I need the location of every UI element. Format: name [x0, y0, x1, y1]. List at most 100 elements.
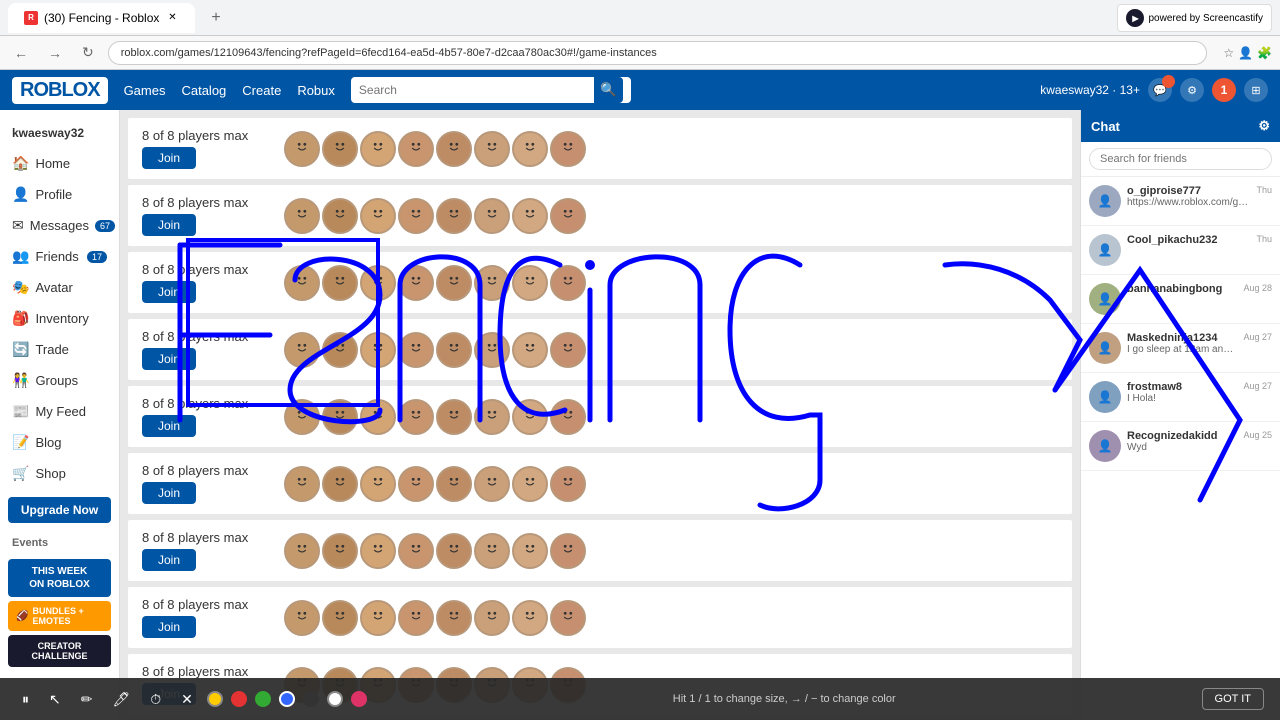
sidebar-label-messages: Messages: [30, 218, 89, 233]
instance-info: 8 of 8 players maxJoin: [142, 195, 272, 236]
color-blue[interactable]: [279, 691, 295, 707]
bundles-button[interactable]: 🏈 BUNDLES + EMOTES: [8, 601, 111, 631]
avatar: [512, 466, 548, 502]
profile-icon[interactable]: 👤: [1238, 46, 1253, 60]
chat-item[interactable]: 👤 bannanabingbong Aug 28: [1081, 275, 1280, 324]
bookmark-icon[interactable]: ☆: [1223, 46, 1234, 60]
avatar: [436, 533, 472, 569]
this-week-button[interactable]: THIS WEEK ON ROBLOX: [8, 559, 111, 597]
tab-close-button[interactable]: ✕: [165, 11, 179, 25]
shop-icon: 🛒: [12, 465, 29, 482]
chat-item[interactable]: 👤 Recognizedakidd Wyd Aug 25: [1081, 422, 1280, 471]
inventory-icon: 🎒: [12, 310, 29, 327]
screencast-toolbar: ⏸ ↖ ✏ 🖊 ⏱ ✕ Hit 1 / 1 to change size, → …: [0, 678, 1280, 720]
sidebar-item-blog[interactable]: 📝 Blog: [0, 427, 119, 458]
chat-item[interactable]: 👤 Maskedninja1234 I go sleep at 12am and…: [1081, 324, 1280, 373]
chat-info: bannanabingbong: [1127, 283, 1237, 315]
players-text: 8 of 8 players max: [142, 664, 272, 679]
nav-robux[interactable]: Robux: [297, 83, 335, 98]
avatar: [398, 265, 434, 301]
chat-time: Thu: [1256, 185, 1272, 217]
friends-icon: 👥: [12, 248, 29, 265]
sidebar-item-groups[interactable]: 👫 Groups: [0, 365, 119, 396]
grid-icon[interactable]: ⊞: [1244, 78, 1268, 102]
join-button[interactable]: Join: [142, 549, 196, 571]
sidebar-item-friends[interactable]: 👥 Friends 17: [0, 241, 119, 272]
back-button[interactable]: ←: [8, 43, 34, 63]
avatar: [284, 533, 320, 569]
chat-item[interactable]: 👤 Cool_pikachu232 Thu: [1081, 226, 1280, 275]
color-pink[interactable]: [351, 691, 367, 707]
sc-logo-icon: ▶: [1126, 9, 1144, 27]
join-button[interactable]: Join: [142, 482, 196, 504]
close-tool-button[interactable]: ✕: [175, 687, 199, 712]
nav-create[interactable]: Create: [242, 83, 281, 98]
color-yellow[interactable]: [207, 691, 223, 707]
url-bar[interactable]: roblox.com/games/12109643/fencing?refPag…: [108, 41, 1208, 65]
notification-icon[interactable]: 1: [1212, 78, 1236, 102]
marker-button[interactable]: 🖊: [106, 687, 136, 712]
roblox-logo[interactable]: ROBLOX: [12, 77, 108, 104]
notification-badge: 1: [1221, 83, 1228, 97]
pen-button[interactable]: ✏: [75, 687, 99, 712]
chat-item[interactable]: 👤 frostmaw8 I Hola! Aug 27: [1081, 373, 1280, 422]
pause-button[interactable]: ⏸: [16, 687, 35, 712]
search-input[interactable]: [359, 83, 594, 97]
chat-icon[interactable]: 💬: [1148, 78, 1172, 102]
refresh-button[interactable]: ↻: [76, 42, 100, 63]
color-green[interactable]: [255, 691, 271, 707]
new-tab-button[interactable]: +: [203, 5, 228, 31]
join-button[interactable]: Join: [142, 415, 196, 437]
join-button[interactable]: Join: [142, 348, 196, 370]
color-red[interactable]: [231, 691, 247, 707]
chat-time: Aug 27: [1243, 332, 1272, 364]
join-button[interactable]: Join: [142, 616, 196, 638]
avatar: [512, 198, 548, 234]
sidebar-item-messages[interactable]: ✉ Messages 67: [0, 210, 119, 241]
creator-challenge-button[interactable]: CREATOR CHALLENGE: [8, 635, 111, 667]
sidebar-label-trade: Trade: [35, 342, 68, 357]
chat-item[interactable]: 👤 o_giproise777 https://www.roblox.com/g…: [1081, 177, 1280, 226]
got-it-button[interactable]: GOT IT: [1202, 688, 1264, 710]
sidebar-item-inventory[interactable]: 🎒 Inventory: [0, 303, 119, 334]
sidebar-label-profile: Profile: [35, 187, 72, 202]
avatar: [550, 332, 586, 368]
sidebar-item-avatar[interactable]: 🎭 Avatar: [0, 272, 119, 303]
chat-search-input[interactable]: [1089, 148, 1272, 170]
extension-icon[interactable]: 🧩: [1257, 46, 1272, 60]
sidebar-item-profile[interactable]: 👤 Profile: [0, 179, 119, 210]
avatar: [398, 198, 434, 234]
avatar: [360, 600, 396, 636]
join-button[interactable]: Join: [142, 214, 196, 236]
myfeed-icon: 📰: [12, 403, 29, 420]
chat-time: Thu: [1256, 234, 1272, 266]
search-button[interactable]: 🔍: [594, 77, 623, 103]
upgrade-button[interactable]: Upgrade Now: [8, 497, 111, 523]
sidebar-label-friends: Friends: [35, 249, 78, 264]
sidebar-item-myfeed[interactable]: 📰 My Feed: [0, 396, 119, 427]
sidebar-item-shop[interactable]: 🛒 Shop: [0, 458, 119, 489]
color-white[interactable]: [327, 691, 343, 707]
chat-info: o_giproise777 https://www.roblox.com/gam…: [1127, 185, 1250, 217]
settings-icon[interactable]: ⚙: [1180, 78, 1204, 102]
this-week-line2: ON ROBLOX: [16, 578, 103, 591]
color-black[interactable]: [303, 691, 319, 707]
trade-icon: 🔄: [12, 341, 29, 358]
active-tab[interactable]: R (30) Fencing - Roblox ✕: [8, 3, 195, 33]
forward-button[interactable]: →: [42, 43, 68, 63]
chat-avatar: 👤: [1089, 381, 1121, 413]
sidebar-item-trade[interactable]: 🔄 Trade: [0, 334, 119, 365]
chat-settings-icon[interactable]: ⚙: [1258, 118, 1270, 134]
cursor-button[interactable]: ↖: [43, 687, 67, 712]
join-button[interactable]: Join: [142, 147, 196, 169]
avatar: [474, 399, 510, 435]
nav-catalog[interactable]: Catalog: [181, 83, 226, 98]
join-button[interactable]: Join: [142, 281, 196, 303]
avatar: [284, 265, 320, 301]
timer-button[interactable]: ⏱: [144, 687, 167, 712]
nav-games[interactable]: Games: [124, 83, 166, 98]
avatar: [360, 131, 396, 167]
chat-panel: Chat ⚙ 👤 o_giproise777 https://www.roblo…: [1080, 110, 1280, 720]
sidebar-username[interactable]: kwaesway32: [0, 118, 119, 148]
sidebar-item-home[interactable]: 🏠 Home: [0, 148, 119, 179]
